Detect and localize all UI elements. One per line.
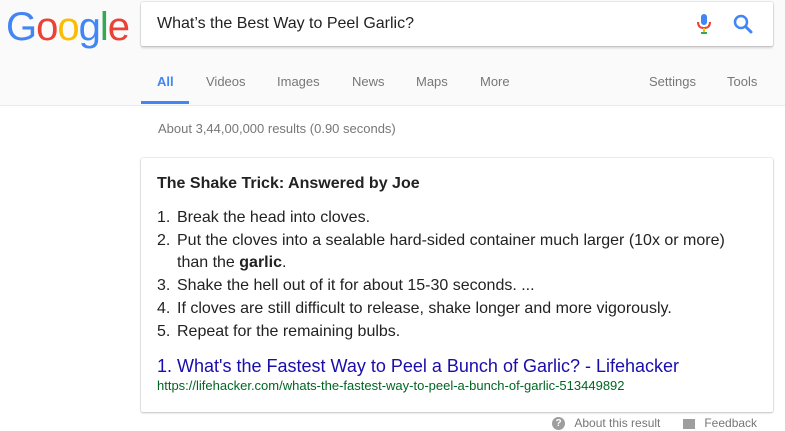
step-text: . (281, 254, 287, 271)
list-item: 1. Break the head into cloves. (157, 207, 757, 229)
featured-snippet: The Shake Trick: Answered by Joe 1. Break… (141, 158, 773, 412)
logo-letter: o (57, 5, 79, 49)
result-stats: About 3,44,00,000 results (0.90 seconds) (158, 121, 396, 136)
tab-all[interactable]: All (157, 74, 174, 89)
tab-maps[interactable]: Maps (416, 74, 448, 89)
list-item: 4. If cloves are still difficult to relea… (157, 298, 757, 320)
feedback-icon (683, 418, 695, 429)
tab-tools[interactable]: Tools (727, 74, 757, 89)
search-input[interactable]: What’s the Best Way to Peel Garlic? (157, 15, 414, 33)
active-tab-indicator (141, 101, 189, 104)
tab-news[interactable]: News (352, 74, 385, 89)
list-item: 5. Repeat for the remaining bulbs. (157, 321, 757, 343)
about-label: About this result (574, 416, 661, 430)
logo-letter: g (78, 5, 101, 49)
about-this-result[interactable]: ? About this result (552, 416, 661, 431)
feedback-link[interactable]: Feedback (683, 416, 757, 430)
header: Google What’s the Best Way to Peel Garli… (0, 0, 785, 106)
logo-letter: o (36, 5, 58, 49)
logo-letter: G (6, 5, 37, 49)
step-text: Repeat for the remaining bulbs. (177, 323, 401, 340)
tab-settings[interactable]: Settings (649, 74, 696, 89)
help-icon: ? (552, 417, 565, 431)
tab-more[interactable]: More (480, 74, 510, 89)
snippet-steps: 1. Break the head into cloves. 2. Put the … (157, 207, 757, 344)
snippet-heading: The Shake Trick: Answered by Joe (157, 175, 420, 192)
step-text: Put the cloves into a sealable hard-side… (177, 232, 725, 249)
step-number: 3. (157, 277, 171, 294)
google-logo[interactable]: Google (6, 3, 130, 51)
logo-letter: l (99, 5, 109, 49)
logo-letter: e (107, 5, 130, 49)
step-number: 1. (157, 209, 171, 226)
result-title[interactable]: What's the Fastest Way to Peel a Bunch o… (177, 356, 679, 376)
step-number: 4. (157, 300, 171, 317)
result-number: 1. (157, 356, 173, 376)
result-link[interactable]: 1. What's the Fastest Way to Peel a Bunc… (157, 356, 679, 377)
tab-videos[interactable]: Videos (206, 74, 246, 89)
search-box[interactable]: What’s the Best Way to Peel Garlic? (141, 2, 773, 46)
list-item: 2. Put the cloves into a sealable hard-si… (157, 230, 757, 274)
step-text: Shake the hell out of it for about 15-30… (177, 277, 535, 294)
step-text: Break the head into cloves. (177, 209, 371, 226)
result-url: https://lifehacker.com/whats-the-fastest… (157, 378, 625, 393)
step-number: 2. (157, 232, 171, 249)
feedback-label: Feedback (704, 416, 758, 430)
step-bold-text: garlic (239, 254, 282, 271)
step-text: than the (177, 254, 240, 271)
search-icon[interactable] (732, 13, 754, 35)
step-text: If cloves are still difficult to release… (177, 300, 672, 317)
list-item: 3. Shake the hell out of it for about 15-… (157, 275, 757, 297)
microphone-icon[interactable] (694, 13, 714, 35)
step-number: 5. (157, 323, 171, 340)
tab-images[interactable]: Images (277, 74, 320, 89)
